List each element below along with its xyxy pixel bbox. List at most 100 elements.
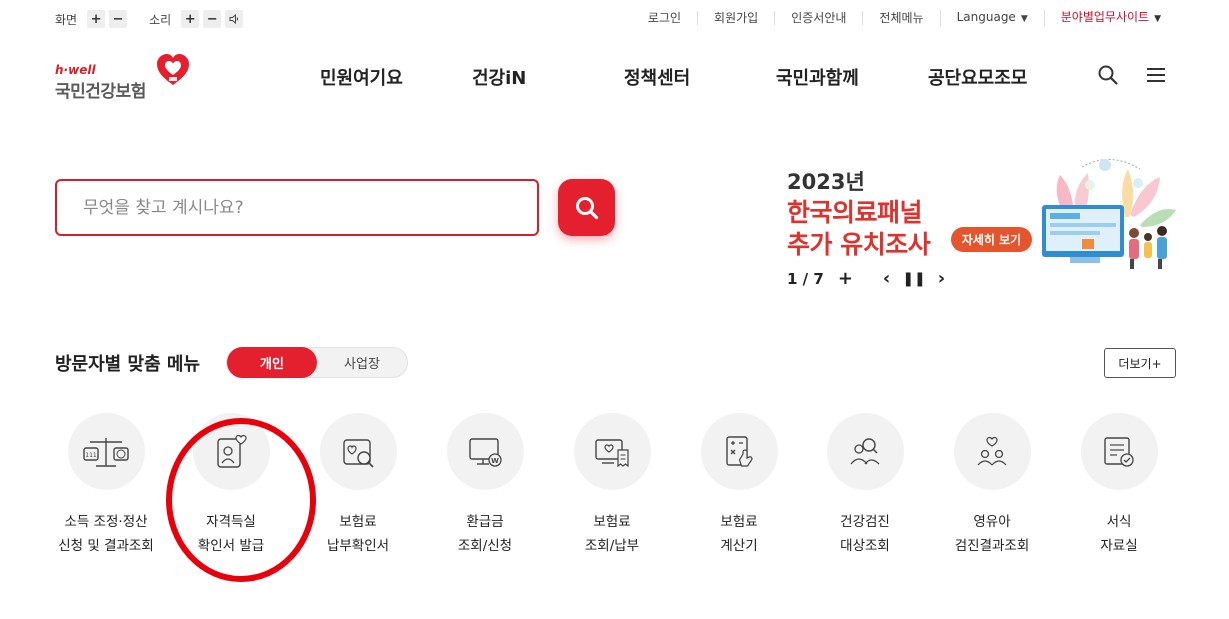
annotation-ellipse [166, 418, 316, 582]
signup-link[interactable]: 회원가입 [697, 11, 774, 25]
quick-menu-label-line1: 보험료 [720, 514, 758, 530]
quick-menu-icon-circle [826, 413, 904, 490]
scale-icon: 111 [83, 437, 129, 467]
hamburger-menu-icon[interactable] [1146, 66, 1166, 84]
screen-label: 화면 [55, 12, 78, 27]
pause-icon[interactable]: ❚❚ [902, 271, 925, 287]
main-search-button[interactable] [558, 179, 615, 236]
quick-menu-label-line1: 소득 조정·정산 [64, 514, 148, 530]
quick-menu-item-calculator[interactable]: 보험료 계산기 [679, 413, 799, 558]
gnb-item-together[interactable]: 국민과함께 [776, 64, 859, 90]
caret-down-icon: ▼ [1020, 14, 1028, 24]
gnb-item-policy[interactable]: 정책센터 [624, 64, 690, 90]
search-icon [575, 196, 598, 219]
quick-menu-icon-circle [319, 413, 397, 490]
banner-slide-controls: 1 / 7 + ‹ ❚❚ › [787, 268, 945, 289]
quick-menu-label-line2: 조회/납부 [584, 538, 640, 554]
sound-label: 소리 [149, 12, 172, 27]
slide-pager: 1 / 7 [787, 269, 824, 288]
screen-zoom-group: 화면 + − [55, 10, 128, 28]
tab-business[interactable]: 사업장 [317, 348, 407, 377]
svg-text:111: 111 [85, 452, 97, 459]
quick-menu-item-refund[interactable]: W 환급금 조회/신청 [425, 413, 545, 558]
quick-menu-icon-circle [700, 413, 778, 490]
quick-menu-icon-circle: 111 [67, 413, 145, 490]
utility-bar: 화면 + − 소리 + − 로그인 회원가입 인증서안내 전체메뉴 Langua… [0, 10, 1229, 32]
quick-menu-label-line2: 검진결과조회 [954, 538, 1030, 554]
sound-up-button[interactable]: + [181, 10, 200, 28]
quick-menu-item-checkup[interactable]: 건강검진 대상조회 [805, 413, 925, 558]
screen-zoom-out-button[interactable]: − [109, 10, 128, 28]
certificate-guide-link[interactable]: 인증서안내 [774, 11, 862, 25]
quick-menu-icon-circle [1080, 413, 1158, 490]
section-title: 방문자별 맞춤 메뉴 [55, 354, 201, 375]
logo-name: 국민건강보험 [55, 82, 146, 102]
heart-search-icon [343, 438, 374, 468]
nhis-logo[interactable]: h·well 국민건강보험 [55, 54, 195, 102]
banner-title-line2: 추가 유치조사 [787, 230, 931, 259]
banner-detail-button[interactable]: 자세히 보기 [951, 227, 1032, 252]
quick-menu-label-line2: 계산기 [720, 538, 758, 554]
main-search-box [55, 179, 539, 236]
banner-year: 2023년 [787, 170, 865, 194]
visitor-type-toggle: 개인 사업장 [226, 347, 408, 378]
quick-menu-icon-circle: W [446, 413, 524, 490]
quick-menu-label: 환급금 조회/신청 [425, 510, 545, 558]
quick-menu-label-line1: 서식 [1106, 514, 1132, 530]
chevron-right-icon[interactable]: › [938, 268, 945, 289]
business-sites-label: 분야별업무사이트 [1060, 10, 1150, 24]
slide-total: 7 [813, 269, 824, 288]
quick-menu-item-income[interactable]: 111 소득 조정·정산 신청 및 결과조회 [46, 413, 166, 558]
quick-menu-label: 보험료 계산기 [679, 510, 799, 558]
chevron-left-icon[interactable]: ‹ [883, 268, 890, 289]
quick-menu-label-line2: 신청 및 결과조회 [58, 538, 154, 554]
quick-menu-item-infant[interactable]: 영유아 검진결과조회 [932, 413, 1052, 558]
quick-menu-item-forms[interactable]: 서식 자료실 [1059, 413, 1179, 558]
screen-zoom-in-button[interactable]: + [87, 10, 106, 28]
quick-menu-label-line2: 자료실 [1100, 538, 1138, 554]
utility-links: 로그인 회원가입 인증서안내 전체메뉴 Language ▼ 분야별업무사이트 ▼ [632, 10, 1177, 26]
gnb-item-civil[interactable]: 민원여기요 [320, 64, 403, 90]
quick-menu-label: 건강검진 대상조회 [805, 510, 925, 558]
quick-menu-label-line2: 대상조회 [840, 538, 890, 554]
quick-menu-label-line1: 보험료 [593, 514, 631, 530]
search-icon[interactable] [1097, 64, 1119, 86]
language-label: Language [956, 10, 1016, 24]
more-button[interactable]: 더보기+ [1104, 348, 1176, 378]
gnb-item-about[interactable]: 공단요모조모 [928, 64, 1027, 90]
logo-heart-icon [157, 54, 189, 85]
accessibility-controls: 화면 + − 소리 + − [55, 10, 261, 28]
sound-down-button[interactable]: − [203, 10, 222, 28]
banner-title-line1: 한국의료패널 [787, 198, 923, 227]
monitor-won-icon: W [469, 437, 502, 467]
banner-illustration [1042, 158, 1176, 269]
tab-individual[interactable]: 개인 [227, 347, 317, 378]
main-search-input[interactable] [83, 197, 537, 218]
login-link[interactable]: 로그인 [632, 11, 697, 25]
quick-menu-label: 서식 자료실 [1059, 510, 1179, 558]
sound-group: 소리 + − [149, 10, 244, 28]
language-select[interactable]: Language ▼ [939, 10, 1044, 26]
quick-menu-label-line1: 환급금 [466, 514, 504, 530]
slide-add-icon[interactable]: + [838, 268, 853, 289]
logo-tagline: h·well [55, 63, 96, 77]
sitemap-link[interactable]: 전체메뉴 [862, 11, 939, 25]
quick-menu-icon-circle [573, 413, 651, 490]
quick-menu-icon-circle [953, 413, 1031, 490]
quick-menu-label-line2: 조회/신청 [457, 538, 513, 554]
quick-menu-label: 소득 조정·정산 신청 및 결과조회 [46, 510, 166, 558]
svg-text:W: W [491, 457, 499, 465]
monitor-receipt-icon [595, 438, 629, 467]
caret-down-icon: ▼ [1154, 14, 1161, 24]
speaker-icon[interactable] [225, 10, 244, 28]
quick-menu-label: 보험료 조회/납부 [552, 510, 672, 558]
slide-current: 1 [787, 269, 798, 288]
quick-menu-item-premium-pay[interactable]: 보험료 조회/납부 [552, 413, 672, 558]
family-heart-icon [977, 436, 1007, 465]
gnb-item-health[interactable]: 건강iN [472, 64, 526, 90]
quick-menu-label: 영유아 검진결과조회 [932, 510, 1052, 558]
document-check-icon [1104, 436, 1134, 467]
calculator-icon [726, 435, 753, 467]
quick-menu-label-line1: 건강검진 [840, 514, 890, 530]
business-sites-select[interactable]: 분야별업무사이트 ▼ [1043, 10, 1177, 26]
